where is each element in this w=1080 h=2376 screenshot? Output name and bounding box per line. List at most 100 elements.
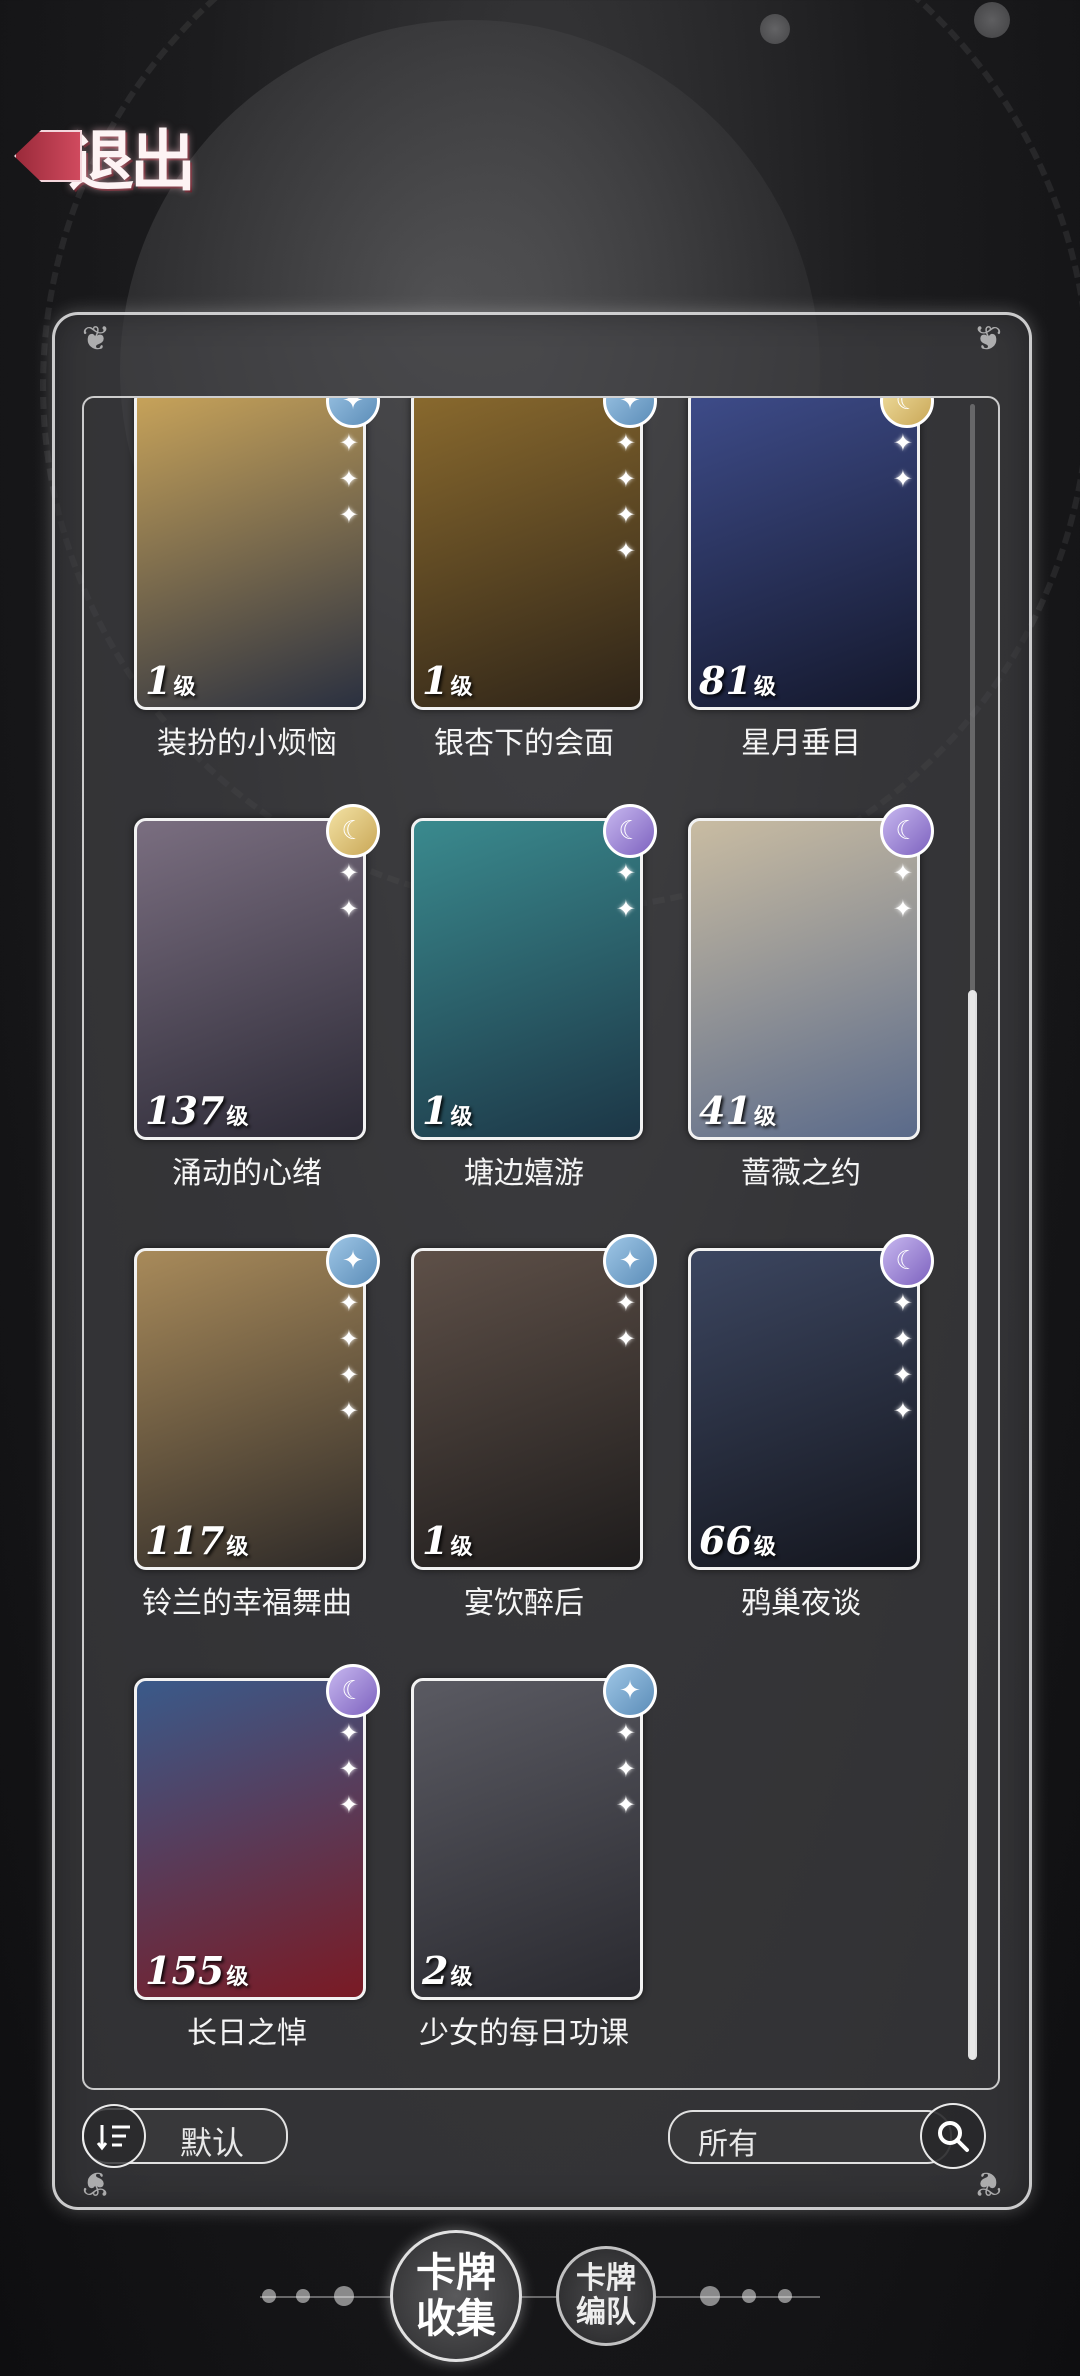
- rail-dot: [742, 2289, 756, 2303]
- search-button[interactable]: [920, 2103, 986, 2169]
- card-item[interactable]: 66级 ✦ ✦ ✦ ✦ ☾ 鸦巢夜谈: [638, 1234, 934, 1648]
- card-level-value: 2: [422, 1948, 449, 1993]
- card-level: 1级: [145, 658, 195, 703]
- ornament-corner-icon: ❦: [81, 319, 111, 359]
- back-arrow-icon: [14, 130, 82, 182]
- card-level-unit: 级: [226, 1104, 249, 1130]
- card-item[interactable]: 41级 ✦ ✦ ☾ 蔷薇之约: [638, 804, 934, 1218]
- star-icon: ✦: [338, 859, 359, 887]
- card-stars: ✦ ✦: [339, 857, 359, 925]
- card-level-value: 1: [145, 658, 172, 703]
- card-stars: ✦ ✦ ✦: [339, 1717, 359, 1821]
- card-list[interactable]: 1级 ✦ ✦ ✦ ✦ 装扮的小烦恼 1级 ✦ ✦ ✦ ✦ ✦ 银杏下的会面 81级 ✦ ✦ ☾ 星月垂目 137级 ✦…: [82, 396, 1000, 2090]
- rail-dot: [334, 2286, 354, 2306]
- sort-order-icon: [82, 2104, 146, 2168]
- tab-card-formation[interactable]: 卡牌 编队: [556, 2246, 656, 2346]
- rail-dot: [296, 2289, 310, 2303]
- card-item[interactable]: 1级 ✦ ✦ ☾ 塘边嬉游: [361, 804, 657, 1218]
- card-stars: ✦ ✦ ✦: [339, 427, 359, 531]
- card-level-unit: 级: [450, 1104, 473, 1130]
- card-item[interactable]: 1级 ✦ ✦ ✦ ✦ 装扮的小烦恼: [84, 398, 380, 788]
- star-icon: ✦: [615, 1289, 636, 1317]
- card-level: 1级: [422, 1088, 472, 1133]
- tab-card-collection-line2: 收集: [416, 2295, 496, 2342]
- star-icon: ✦: [892, 465, 913, 493]
- card-level-unit: 级: [450, 1534, 473, 1560]
- card-level: 137级: [145, 1088, 248, 1133]
- card-item[interactable]: 81级 ✦ ✦ ☾ 星月垂目: [638, 398, 934, 788]
- star-icon: ✦: [892, 1289, 913, 1317]
- star-icon: ✦: [338, 429, 359, 457]
- card-level-value: 137: [145, 1088, 225, 1133]
- card-artwork: 81级 ✦ ✦: [688, 398, 920, 710]
- star-icon: ✦: [892, 859, 913, 887]
- star-icon: ✦: [892, 1361, 913, 1389]
- card-item[interactable]: 1级 ✦ ✦ ✦ 宴饮醉后: [361, 1234, 657, 1648]
- star-icon: ✦: [338, 501, 359, 529]
- back-button[interactable]: 退出: [14, 108, 196, 204]
- card-artwork: 1级 ✦ ✦ ✦: [134, 398, 366, 710]
- star-icon: ✦: [338, 1791, 359, 1819]
- card-stars: ✦ ✦ ✦: [616, 1717, 636, 1821]
- card-artwork: 155级 ✦ ✦ ✦: [134, 1678, 366, 2000]
- card-title: 涌动的心绪: [172, 1156, 322, 1191]
- card-level-value: 1: [422, 658, 449, 703]
- card-level-unit: 级: [226, 1964, 249, 1990]
- star-icon: ✦: [892, 1397, 913, 1425]
- card-level-value: 41: [699, 1088, 752, 1133]
- star-icon: ✦: [338, 1325, 359, 1353]
- filter-dropdown[interactable]: 所有: [668, 2110, 952, 2164]
- card-level-value: 117: [145, 1518, 225, 1563]
- card-artwork: 66级 ✦ ✦ ✦ ✦: [688, 1248, 920, 1570]
- card-item[interactable]: 117级 ✦ ✦ ✦ ✦ ✦ 铃兰的幸福舞曲: [84, 1234, 380, 1648]
- star-icon: ✦: [615, 1755, 636, 1783]
- background-small-moon: [974, 2, 1010, 38]
- card-artwork: 41级 ✦ ✦: [688, 818, 920, 1140]
- rail-dot: [262, 2289, 276, 2303]
- ornament-corner-icon: ❦: [973, 319, 1003, 359]
- card-stars: ✦ ✦: [893, 857, 913, 925]
- card-level-value: 1: [422, 1088, 449, 1133]
- star-icon: ✦: [892, 429, 913, 457]
- card-title: 蔷薇之约: [741, 1156, 861, 1191]
- card-item[interactable]: 155级 ✦ ✦ ✦ ☾ 长日之悼: [84, 1664, 380, 2078]
- card-item[interactable]: 1级 ✦ ✦ ✦ ✦ ✦ 银杏下的会面: [361, 398, 657, 788]
- star-icon: ✦: [338, 895, 359, 923]
- card-artwork: 1级 ✦ ✦: [411, 1248, 643, 1570]
- ornament-corner-icon: ❦: [973, 2163, 1003, 2203]
- star-icon: ✦: [615, 465, 636, 493]
- sort-button[interactable]: 默认: [82, 2104, 288, 2168]
- search-icon: [938, 2121, 969, 2152]
- card-title: 银杏下的会面: [434, 726, 614, 761]
- card-title: 铃兰的幸福舞曲: [142, 1586, 352, 1621]
- card-stars: ✦ ✦: [893, 427, 913, 495]
- card-item[interactable]: 2级 ✦ ✦ ✦ ✦ 少女的每日功课: [361, 1664, 657, 2078]
- card-title: 宴饮醉后: [464, 1586, 584, 1621]
- sort-label: 默认: [180, 2124, 245, 2162]
- card-level: 1级: [422, 658, 472, 703]
- card-title: 星月垂目: [741, 726, 861, 761]
- card-stars: ✦ ✦: [616, 1287, 636, 1355]
- star-icon: ✦: [615, 895, 636, 923]
- card-level-unit: 级: [450, 1964, 473, 1990]
- star-icon: ✦: [615, 859, 636, 887]
- scrollbar-thumb[interactable]: [968, 990, 977, 2060]
- card-item[interactable]: 137级 ✦ ✦ ☾ 涌动的心绪: [84, 804, 380, 1218]
- star-icon: ✦: [338, 1361, 359, 1389]
- card-artwork: 137级 ✦ ✦: [134, 818, 366, 1140]
- tab-card-formation-line2: 编队: [576, 2295, 636, 2330]
- star-icon: ✦: [615, 1719, 636, 1747]
- star-icon: ✦: [338, 465, 359, 493]
- rarity-badge-icon: ✦: [603, 1664, 657, 1718]
- card-level-value: 1: [422, 1518, 449, 1563]
- background-small-moon: [760, 14, 790, 44]
- rail-dot: [700, 2286, 720, 2306]
- card-level-value: 66: [699, 1518, 752, 1563]
- card-level: 117级: [145, 1518, 248, 1563]
- card-artwork: 117级 ✦ ✦ ✦ ✦: [134, 1248, 366, 1570]
- star-icon: ✦: [615, 537, 636, 565]
- tab-card-collection[interactable]: 卡牌 收集: [390, 2230, 522, 2362]
- card-level-value: 155: [145, 1948, 225, 1993]
- card-artwork: 1级 ✦ ✦ ✦ ✦: [411, 398, 643, 710]
- card-title: 塘边嬉游: [464, 1156, 584, 1191]
